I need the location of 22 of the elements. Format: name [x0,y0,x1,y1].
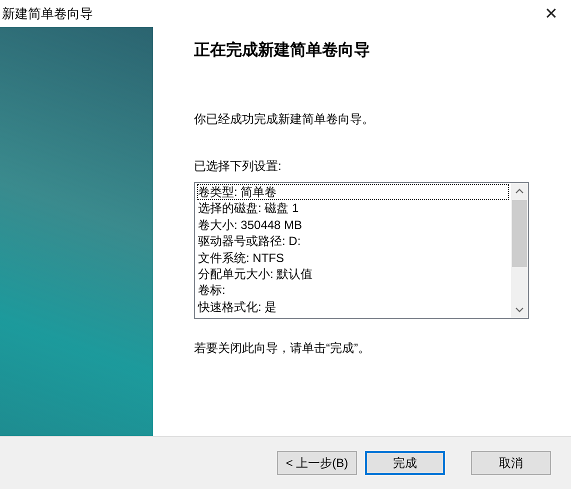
settings-item[interactable]: 文件系统: NTFS [197,250,509,266]
settings-label: 已选择下列设置: [194,158,282,175]
scrollbar[interactable] [511,183,528,318]
page-heading: 正在完成新建简单卷向导 [194,40,370,61]
wizard-button[interactable]: < 上一步(B) [277,451,357,475]
settings-item[interactable]: 选择的磁盘: 磁盘 1 [197,200,509,217]
closing-hint: 若要关闭此向导，请单击“完成”。 [194,340,370,357]
scroll-down-icon[interactable] [515,307,524,313]
window-title: 新建简单卷向导 [2,4,93,22]
intro-text: 你已经成功完成新建简单卷向导。 [194,111,374,128]
wizard-button[interactable]: 取消 [471,451,551,475]
settings-item[interactable]: 驱动器号或路径: D: [197,233,509,250]
close-button[interactable]: ✕ [531,0,571,27]
settings-item[interactable]: 卷类型: 简单卷 [197,184,509,200]
scroll-up-icon[interactable] [515,188,524,194]
settings-item[interactable]: 卷大小: 350448 MB [197,216,509,234]
settings-list[interactable]: 卷类型: 简单卷 选择的磁盘: 磁盘 1 卷大小: 350448 MB 驱动器号或路径: D: 文件系统: NTFS 分配单元大小: 默认值 卷标: 快速格式化: 是 [194,182,529,319]
wizard-button[interactable]: 完成 [365,451,445,475]
settings-item[interactable]: 分配单元大小: 默认值 [197,266,509,282]
settings-item[interactable]: 快速格式化: 是 [197,298,509,316]
settings-item[interactable]: 卷标: [197,282,509,299]
scrollbar-thumb[interactable] [512,200,527,267]
